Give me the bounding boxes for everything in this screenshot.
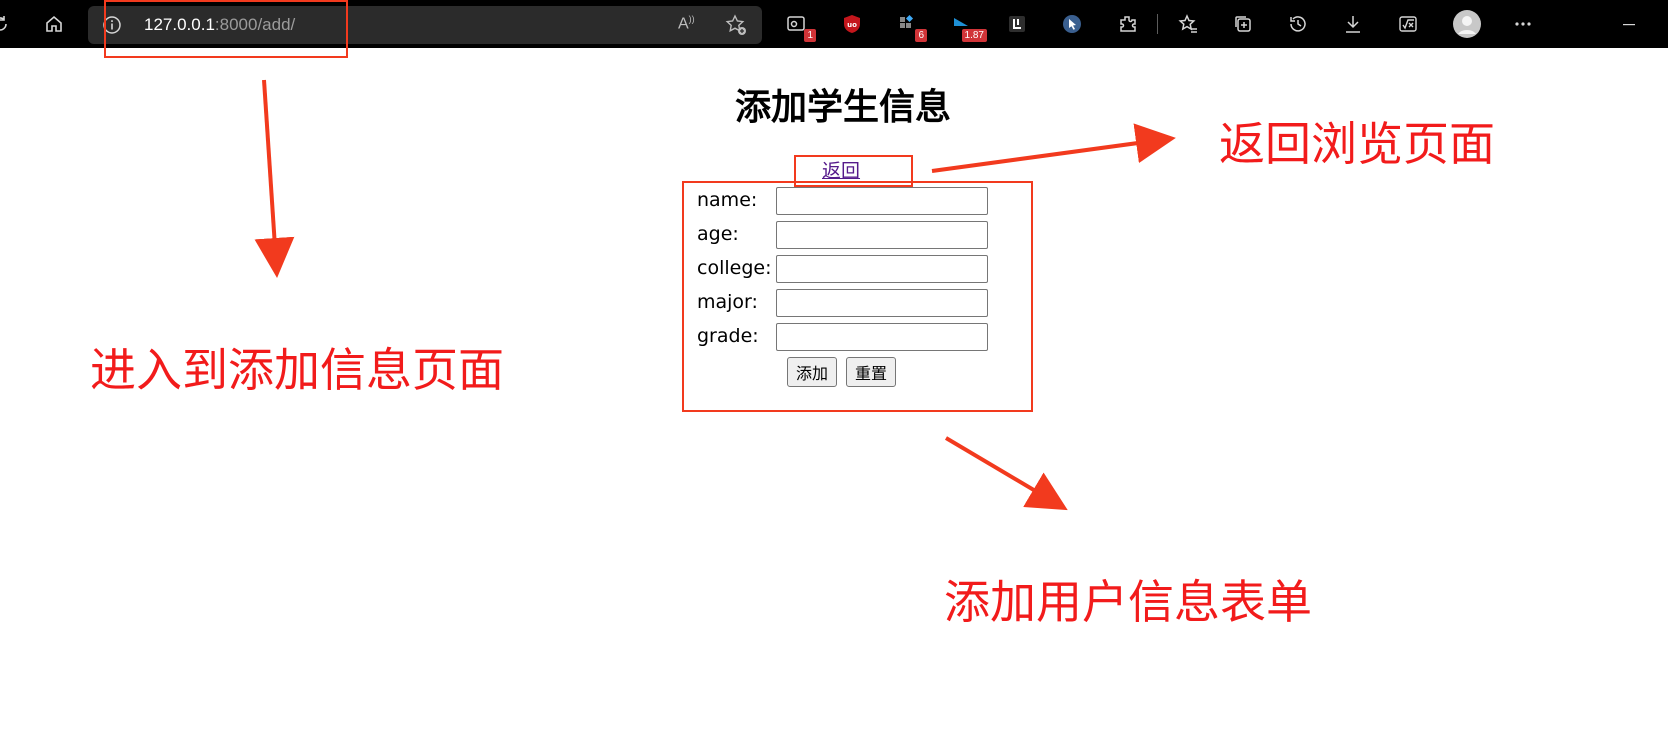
badge-count: 6 — [915, 29, 927, 42]
extensions-icon[interactable] — [1113, 10, 1141, 38]
form-highlight-box — [682, 181, 1033, 412]
note-add-user-form: 添加用户信息表单 — [944, 575, 1312, 629]
screenshot-extension-icon[interactable]: 1 — [782, 10, 816, 42]
note-back-to-browse: 返回浏览页面 — [1219, 117, 1495, 171]
badge-count: 1.87 — [961, 29, 987, 42]
downloads-icon[interactable] — [1339, 10, 1367, 38]
add-favorite-icon[interactable] — [724, 13, 748, 37]
extension-puzzle-icon[interactable]: 6 — [893, 10, 927, 42]
history-icon[interactable] — [1284, 10, 1312, 38]
profile-avatar[interactable] — [1451, 10, 1483, 38]
extension-blue-icon[interactable]: 1.87 — [947, 10, 987, 42]
collections-icon[interactable] — [1229, 10, 1257, 38]
arrow-to-form-note — [944, 436, 1068, 511]
badge-count: 1 — [804, 29, 816, 42]
extension-cursor-icon[interactable] — [1058, 10, 1086, 38]
extension-dark-icon[interactable] — [1003, 10, 1031, 38]
toolbar-separator — [1157, 14, 1158, 34]
minimize-icon[interactable] — [1615, 10, 1643, 38]
math-solver-icon[interactable] — [1394, 10, 1422, 38]
svg-text:uo: uo — [847, 21, 857, 29]
note-enter-add-page: 进入到添加信息页面 — [90, 343, 504, 397]
url-highlight-box — [104, 0, 348, 58]
more-icon[interactable] — [1509, 10, 1537, 38]
refresh-icon[interactable] — [0, 10, 14, 38]
read-aloud-icon[interactable]: A)) — [678, 14, 700, 36]
arrow-to-back-note — [931, 123, 1176, 173]
favorites-icon[interactable] — [1174, 10, 1202, 38]
read-aloud-glyph: A — [678, 15, 689, 33]
home-icon[interactable] — [40, 10, 68, 38]
ublock-icon[interactable]: uo — [838, 10, 866, 38]
